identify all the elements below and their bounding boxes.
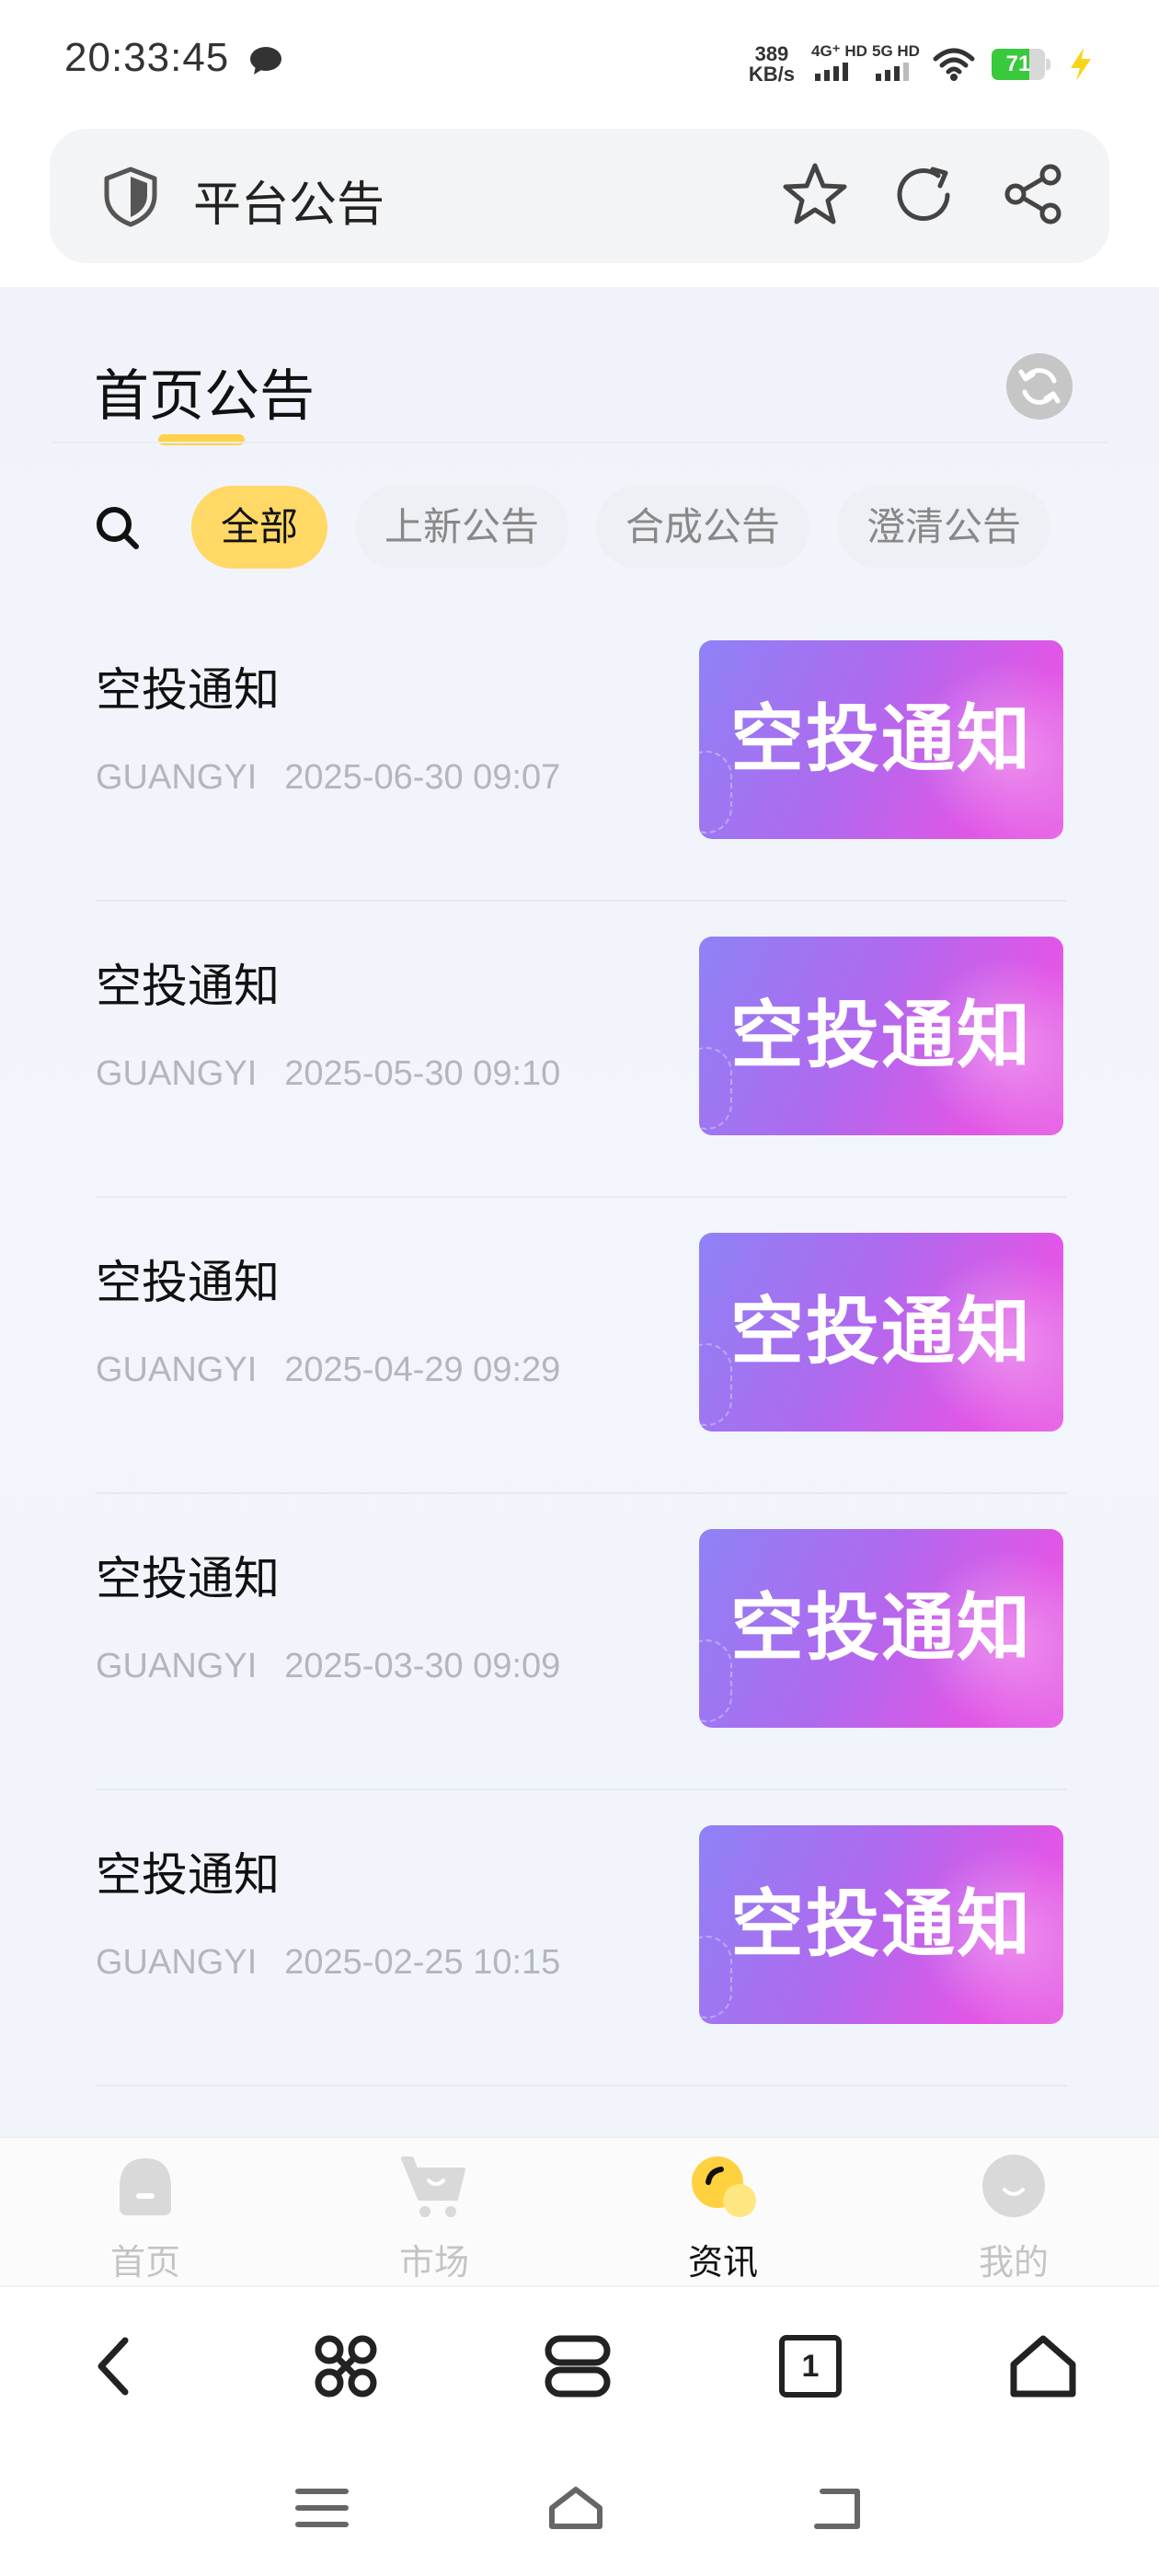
notice-title: 空投通知 [96, 1552, 280, 1605]
address-bar[interactable]: 平台公告 [50, 129, 1109, 263]
notice-source: GUANGYI [96, 1943, 258, 1982]
browser-home-icon[interactable] [1008, 2331, 1078, 2401]
status-indicators: 389 KB/s 4G⁺ HD 5G HD 71 [749, 37, 1095, 92]
notice-thumbnail[interactable]: 空投通知 [699, 937, 1063, 1135]
system-back-icon[interactable] [809, 2484, 865, 2532]
list-item[interactable]: 空投通知 GUANGYI 2025-05-30 09:10 空投通知 [96, 902, 1067, 1198]
nav-item-market[interactable]: 市场 [351, 2151, 517, 2283]
thumbnail-text: 空投通知 [730, 993, 1032, 1078]
tabs-icon[interactable] [543, 2331, 613, 2401]
nav-label: 我的 [978, 2242, 1049, 2283]
list-item[interactable]: 空投通知 GUANGYI 2025-03-30 09:09 空投通知 [96, 1494, 1067, 1790]
notice-datetime: 2025-05-30 09:10 [284, 1054, 561, 1093]
notice-thumbnail[interactable]: 空投通知 [699, 640, 1063, 839]
notice-datetime: 2025-03-30 09:09 [284, 1647, 561, 1685]
notice-datetime: 2025-06-30 09:07 [284, 758, 561, 797]
nav-item-mine[interactable]: 我的 [931, 2151, 1096, 2283]
nav-label: 首页 [109, 2242, 180, 2283]
notice-page: 首页公告 全部 上新公告 合成公告 澄清公告 空投通知 GUANGYI 2025-… [0, 287, 1159, 2136]
thumbnail-text: 空投通知 [730, 1881, 1032, 1967]
notice-source: GUANGYI [96, 1054, 258, 1093]
system-home-icon[interactable] [548, 2484, 603, 2532]
browser-toolbar: 1 [0, 2285, 1159, 2438]
back-icon[interactable] [81, 2331, 151, 2401]
list-divider [96, 2085, 1067, 2087]
menu-icon[interactable] [294, 2484, 350, 2532]
tab-count-icon[interactable]: 1 [775, 2331, 845, 2401]
tab-clarification[interactable]: 澄清公告 [837, 486, 1051, 569]
sim1-signal-icon: 4G⁺ HD [811, 42, 867, 86]
system-nav-bar [0, 2438, 1159, 2576]
notice-meta: GUANGYI 2025-04-29 09:29 [96, 1351, 560, 1390]
notice-title: 空投通知 [96, 1848, 280, 1902]
news-icon [692, 2156, 756, 2217]
battery-icon: 71 [992, 49, 1050, 80]
notice-source: GUANGYI [96, 1647, 258, 1685]
tab-new-listing[interactable]: 上新公告 [355, 486, 569, 569]
star-icon[interactable] [780, 160, 850, 230]
nav-item-news[interactable]: 资讯 [640, 2151, 806, 2283]
refresh-icon[interactable] [1006, 353, 1073, 420]
battery-level: 71 [1005, 52, 1031, 76]
share-icon[interactable] [1003, 162, 1067, 226]
network-speed: 389 KB/s [749, 44, 795, 85]
status-bar: 20:33:45 389 KB/s 4G⁺ HD 5G HD 71 [0, 0, 1159, 124]
notice-source: GUANGYI [96, 758, 258, 797]
notice-meta: GUANGYI 2025-06-30 09:07 [96, 758, 560, 798]
notice-source: GUANGYI [96, 1351, 258, 1389]
notice-thumbnail[interactable]: 空投通知 [699, 1529, 1063, 1728]
notice-title: 空投通知 [96, 663, 280, 717]
tab-synthesis[interactable]: 合成公告 [596, 486, 810, 569]
sim2-signal-icon: 5G HD [872, 42, 920, 86]
nav-label: 资讯 [687, 2242, 758, 2283]
tab-count: 1 [801, 2349, 820, 2384]
cart-icon [401, 2156, 465, 2217]
charging-icon [1071, 48, 1091, 81]
thumbnail-text: 空投通知 [730, 1289, 1032, 1374]
notice-thumbnail[interactable]: 空投通知 [699, 1233, 1063, 1432]
thumbnail-text: 空投通知 [730, 696, 1032, 782]
page-title: 首页公告 [94, 364, 315, 429]
network-speed-value: 389 [754, 42, 789, 65]
address-bar-title: 平台公告 [193, 178, 385, 233]
title-underline [158, 434, 245, 445]
notice-meta: GUANGYI 2025-02-25 10:15 [96, 1943, 560, 1983]
nav-label: 市场 [398, 2242, 469, 2283]
tab-all[interactable]: 全部 [191, 486, 328, 569]
thumbnail-text: 空投通知 [730, 1585, 1032, 1671]
list-item[interactable]: 空投通知 GUANGYI 2025-02-25 10:15 空投通知 [96, 1790, 1067, 2087]
notice-title: 空投通知 [96, 960, 280, 1013]
notice-thumbnail[interactable]: 空投通知 [699, 1825, 1063, 2024]
network-speed-unit: KB/s [748, 63, 795, 86]
list-item[interactable]: 空投通知 GUANGYI 2025-06-30 09:07 空投通知 [96, 605, 1067, 902]
notice-meta: GUANGYI 2025-03-30 09:09 [96, 1647, 560, 1686]
notice-datetime: 2025-02-25 10:15 [284, 1943, 561, 1982]
nav-item-home[interactable]: 首页 [63, 2151, 228, 2283]
profile-icon [982, 2155, 1045, 2217]
home-icon [120, 2158, 171, 2215]
status-time: 20:33:45 [64, 35, 230, 80]
wifi-icon [933, 48, 975, 81]
notice-title: 空投通知 [96, 1256, 280, 1309]
reload-icon[interactable] [892, 162, 957, 228]
app-bottom-nav: 首页 市场 资讯 我的 [0, 2136, 1159, 2285]
header-divider [52, 442, 1107, 443]
apps-icon[interactable] [311, 2331, 381, 2401]
sim1-label: 4G⁺ HD [811, 42, 867, 60]
notice-meta: GUANGYI 2025-05-30 09:10 [96, 1054, 560, 1094]
list-item[interactable]: 空投通知 GUANGYI 2025-04-29 09:29 空投通知 [96, 1198, 1067, 1494]
message-icon [250, 47, 281, 75]
sim2-label: 5G HD [872, 42, 920, 60]
notice-datetime: 2025-04-29 09:29 [284, 1351, 561, 1389]
search-icon[interactable] [92, 502, 143, 554]
shield-icon[interactable] [101, 166, 160, 228]
